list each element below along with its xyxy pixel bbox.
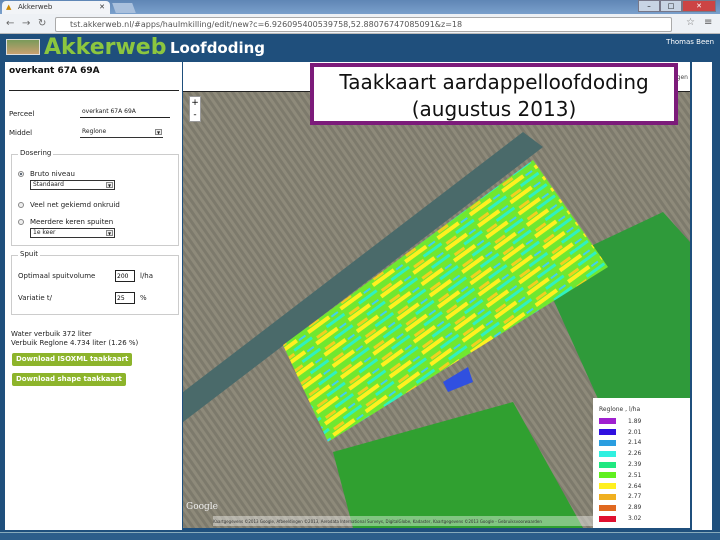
legend-value: 2.64 (628, 482, 642, 490)
map-attribution: Kaartgegevens ©2013 Google, Afbeeldingen… (213, 516, 603, 526)
menu-icon[interactable]: ≡ (704, 17, 712, 28)
meerdere-label: Meerdere keren spuiten (30, 218, 114, 226)
middel-select[interactable]: Reglone ▼ (80, 128, 163, 138)
legend-value: 1.89 (628, 417, 642, 425)
dosering-legend: Dosering (18, 149, 54, 157)
download-shape-button[interactable]: Download shape taakkaart (12, 373, 126, 386)
legend-item: 1.89 (599, 416, 690, 427)
legend-item: 2.26 (599, 448, 690, 459)
legend-swatch (599, 461, 616, 468)
water-usage: Water verbuik 372 liter (11, 330, 92, 338)
close-tab-icon[interactable]: ✕ (99, 3, 105, 11)
reglone-usage: Verbuik Reglone 4.734 liter (1.26 %) (11, 339, 139, 347)
close-window-button[interactable]: ✕ (682, 0, 716, 12)
minimize-button[interactable]: – (638, 0, 660, 12)
legend-value: 2.39 (628, 461, 642, 469)
radio-bruto[interactable] (18, 171, 24, 177)
legend-item: 2.39 (599, 459, 690, 470)
legend-swatch (599, 483, 616, 490)
map-legend: Reglone , l/ha 1.89 2.01 2.14 2.26 2.39 2.51 2… (593, 398, 690, 528)
reload-icon[interactable]: ↻ (38, 18, 46, 29)
legend-value: 3.02 (628, 515, 642, 523)
perceel-label: Perceel (9, 110, 35, 118)
favicon-icon: ▲ (6, 3, 12, 11)
legend-swatch (599, 450, 616, 457)
legend-item: 2.14 (599, 438, 690, 449)
taskbar (0, 532, 720, 540)
chevron-down-icon: ▼ (106, 182, 113, 188)
volume-input[interactable]: 200 (115, 270, 135, 282)
bookmark-star-icon[interactable]: ☆ (686, 17, 695, 28)
legend-value: 2.01 (628, 428, 642, 436)
radio-onkruid[interactable] (18, 202, 24, 208)
legend-swatch (599, 439, 616, 446)
browser-tab[interactable]: ▲ Akkerweb ✕ (2, 1, 110, 14)
google-logo: Google (186, 502, 218, 512)
legend-value: 2.51 (628, 471, 642, 479)
standaard-value: Standaard (33, 181, 64, 188)
volume-label: Optimaal spuitvolume (18, 272, 96, 280)
scrollbar[interactable] (692, 62, 712, 530)
legend-title: Reglone , l/ha (599, 406, 641, 413)
legend-item: 2.89 (599, 502, 690, 513)
variatie-input[interactable]: 25 (115, 292, 135, 304)
volume-unit: l/ha (140, 272, 154, 280)
keer-select[interactable]: 1e keer ▼ (30, 228, 115, 238)
slide-title-box: Taakkaart aardappelloofdoding (augustus … (310, 63, 678, 125)
tab-bar: ▲ Akkerweb ✕ – □ ✕ (0, 0, 720, 14)
new-tab-button[interactable] (112, 3, 136, 13)
slide-title-line2: (augustus 2013) (411, 97, 577, 121)
legend-value: 2.26 (628, 450, 642, 458)
back-icon[interactable]: ← (6, 18, 14, 29)
legend-item: 2.77 (599, 492, 690, 503)
legend-value: 2.89 (628, 504, 642, 512)
perceel-input[interactable]: overkant 67A 69A (80, 108, 170, 118)
address-bar[interactable]: tst.akkerweb.nl/#apps/hauImkilling/edit/… (55, 17, 672, 32)
app-header: Akkerweb Loofdoding Thomas Been (0, 34, 720, 62)
standaard-select[interactable]: Standaard ▼ (30, 180, 115, 190)
zoom-out-button[interactable]: - (190, 109, 200, 121)
variatie-unit: % (140, 294, 147, 302)
legend-value: 2.14 (628, 439, 642, 447)
settings-panel: overkant 67A 69A Perceel overkant 67A 69… (5, 62, 182, 530)
spuit-legend: Spuit (18, 250, 41, 258)
legend-swatch (599, 504, 616, 511)
forward-icon[interactable]: → (22, 18, 30, 29)
legend-swatch (599, 418, 616, 425)
download-isoxml-button[interactable]: Download ISOXML taakkaart (12, 353, 133, 366)
legend-swatch (599, 515, 616, 522)
zoom-in-button[interactable]: + (190, 97, 200, 109)
legend-value: 2.77 (628, 493, 642, 501)
brand-name: Akkerweb (44, 35, 167, 60)
middel-label: Middel (9, 129, 33, 137)
maximize-button[interactable]: □ (660, 0, 682, 12)
browser-toolbar: ← → ↻ tst.akkerweb.nl/#apps/hauImkilling… (0, 14, 720, 34)
bruto-label: Bruto niveau (30, 170, 75, 178)
app-title: Loofdoding (170, 39, 266, 57)
legend-swatch (599, 429, 616, 436)
tab-title: Akkerweb (18, 3, 53, 11)
chevron-down-icon: ▼ (106, 230, 113, 236)
divider (9, 90, 179, 91)
akkerweb-logo (6, 39, 40, 55)
user-name[interactable]: Thomas Been (666, 38, 714, 46)
zoom-control: + - (189, 96, 201, 122)
slide-title-line1: Taakkaart aardappelloofdoding (339, 70, 649, 94)
dosering-fieldset: Dosering Bruto niveau Standaard ▼ Veel ne… (11, 149, 179, 246)
legend-swatch (599, 493, 616, 500)
chevron-down-icon: ▼ (155, 129, 162, 135)
legend-item: 2.64 (599, 481, 690, 492)
radio-meerdere[interactable] (18, 219, 24, 225)
onkruid-label: Veel net gekiemd onkruid (30, 201, 120, 209)
middel-value: Reglone (82, 128, 107, 135)
legend-item: 2.01 (599, 427, 690, 438)
keer-value: 1e keer (33, 229, 56, 236)
panel-title: overkant 67A 69A (9, 66, 100, 76)
variatie-label: Variatie t/ (18, 294, 52, 302)
legend-item: 3.02 (599, 513, 690, 524)
legend-swatch (599, 472, 616, 479)
legend-item: 2.51 (599, 470, 690, 481)
spuit-fieldset: Spuit Optimaal spuitvolume 200 l/ha Vari… (11, 250, 179, 315)
